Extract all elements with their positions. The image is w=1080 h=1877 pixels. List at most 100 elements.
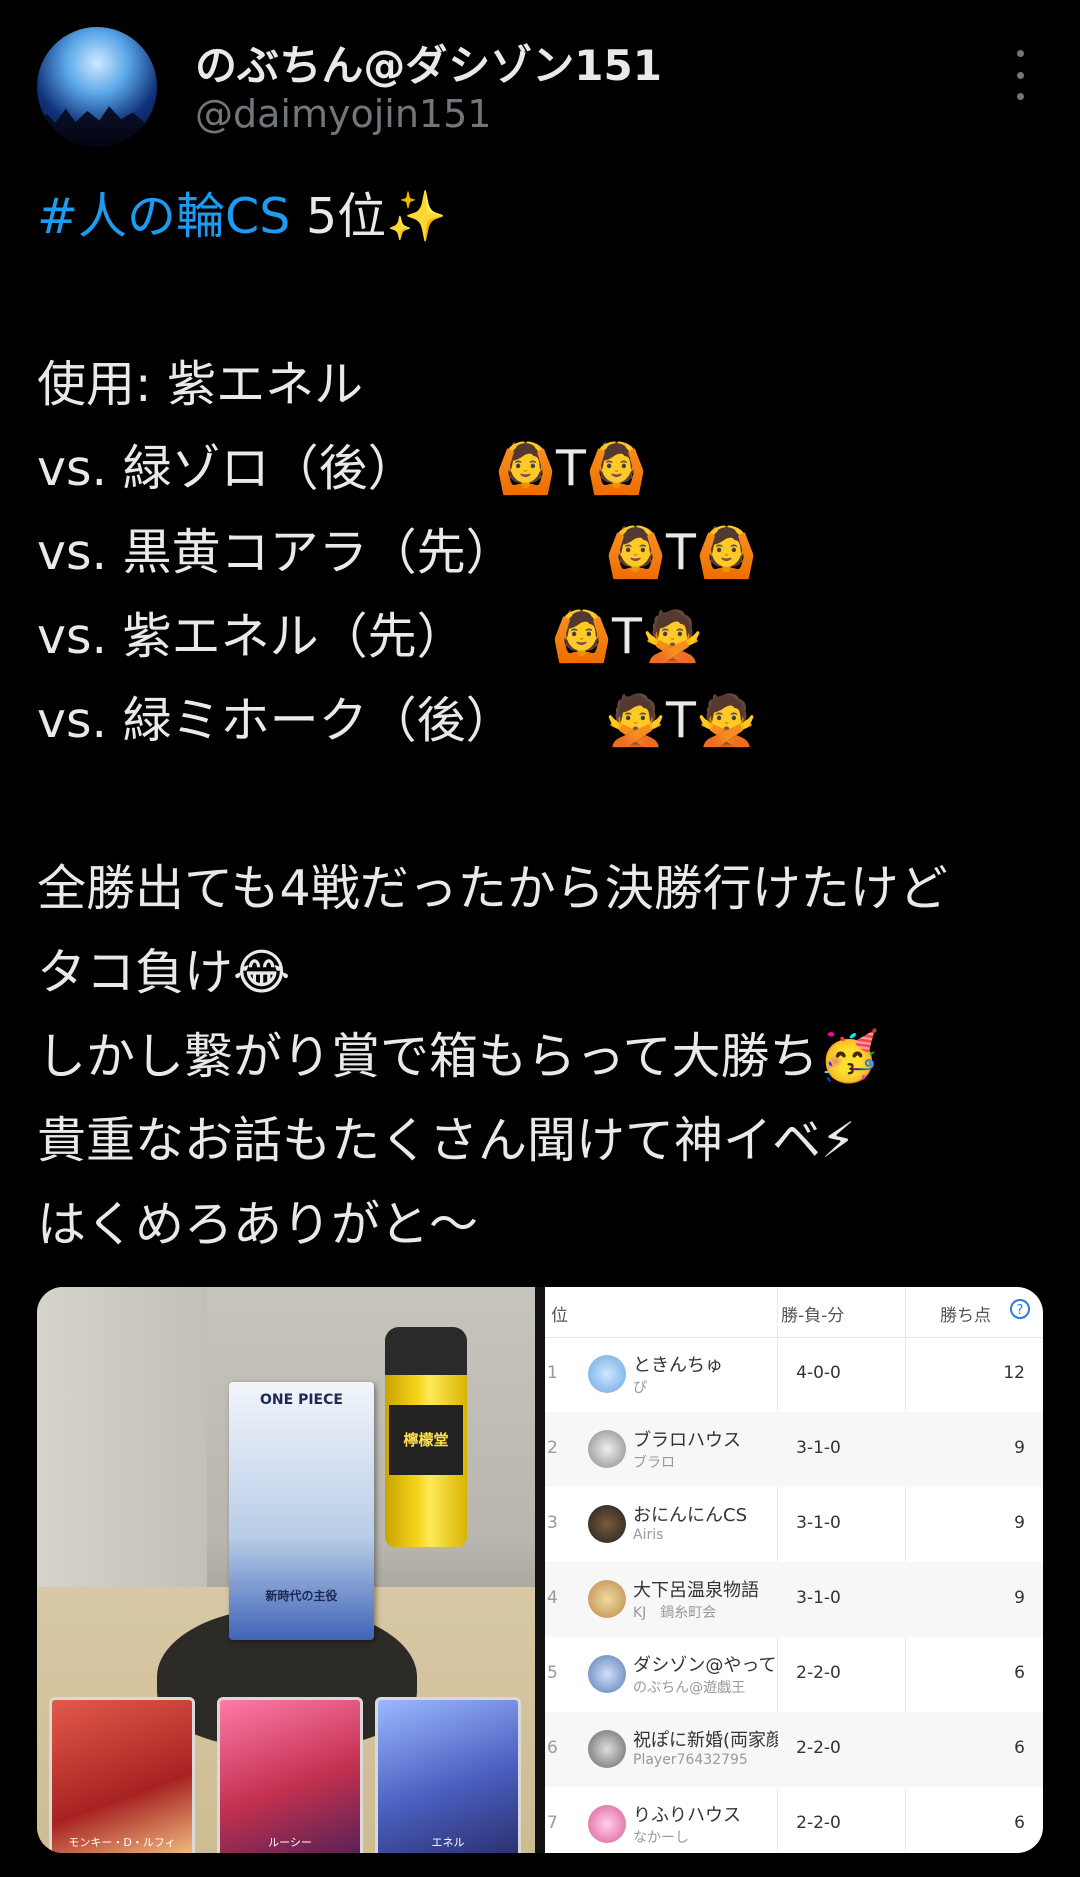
standings-row: 1 ときんちゅ ぴ 4-0-0 12: [545, 1337, 1043, 1412]
player-sub: ブラロ: [633, 1455, 675, 1471]
row-wld: 2-2-0: [796, 1738, 841, 1758]
row-rank: 3: [547, 1513, 558, 1533]
standings-row: 6 祝ぽに新婚(両家顔 Player76432795 2-2-0 6: [545, 1712, 1043, 1787]
row-points: 6: [1014, 1813, 1025, 1833]
player-sub: KJ 鍋糸町会: [633, 1605, 717, 1621]
match-line: vs. 黒黄コアラ（先） 🙆T🙆: [37, 511, 1047, 595]
can-label: 檸檬堂: [389, 1405, 463, 1475]
headline-rank: 5位✨: [290, 188, 448, 245]
match-result: 🙆T🙆: [605, 524, 757, 581]
row-wld: 4-0-0: [796, 1363, 841, 1383]
row-rank: 7: [547, 1813, 558, 1833]
photo-partition: [37, 1287, 207, 1627]
tweet-line: 全勝出ても4戦だったから決勝行けたけど: [37, 860, 948, 917]
drink-can: 檸檬堂: [385, 1327, 467, 1547]
can-top: [385, 1327, 467, 1375]
player-sub: ぴ: [633, 1380, 647, 1396]
more-dot: [1016, 93, 1024, 100]
player-name: 大下呂温泉物語: [633, 1580, 759, 1601]
player-sub: Player76432795: [633, 1752, 748, 1768]
match-line: vs. 緑ミホーク（後） 🙅T🙅: [37, 679, 1047, 763]
player-name: ダシゾン@やって: [633, 1655, 777, 1676]
player-sub: Airis: [633, 1527, 664, 1543]
row-rank: 1: [547, 1363, 558, 1383]
leader-card: エネル: [375, 1697, 521, 1853]
match-line: vs. 紫エネル（先） 🙆T🙅: [37, 595, 1047, 679]
row-wld: 2-2-0: [796, 1663, 841, 1683]
match-opponent: vs. 緑ゾロ（後）: [37, 440, 417, 497]
booster-box: ONE PIECE 新時代の主役: [229, 1382, 374, 1640]
player-name: りふりハウス: [633, 1805, 741, 1826]
more-dot: [1016, 50, 1024, 57]
player-avatar: [588, 1430, 626, 1468]
player-avatar: [588, 1730, 626, 1768]
tweet-media: ONE PIECE 新時代の主役 檸檬堂 モンキー・D・ルフィ ルーシー エネル…: [37, 1287, 1043, 1853]
standings-row: 4 大下呂温泉物語 KJ 鍋糸町会 3-1-0 9: [545, 1562, 1043, 1637]
player-name: ブラロハウス: [633, 1430, 741, 1451]
standings-screenshot[interactable]: 位 勝-負-分 勝ち点 ? 1 ときんちゅ ぴ 4-0-0 12 2 ブラロハウ…: [545, 1287, 1043, 1853]
tweet-headline: #人の輪CS 5位✨: [37, 175, 1047, 259]
header-rank: 位: [551, 1306, 568, 1326]
row-rank: 5: [547, 1663, 558, 1683]
player-name: おにんにんCS: [633, 1505, 747, 1526]
row-points: 6: [1014, 1738, 1025, 1758]
card-name: エネル: [431, 1836, 465, 1849]
row-wld: 3-1-0: [796, 1588, 841, 1608]
row-wld: 3-1-0: [796, 1513, 841, 1533]
row-rank: 6: [547, 1738, 558, 1758]
author-avatar[interactable]: [37, 27, 157, 147]
match-opponent: vs. 緑ミホーク（後）: [37, 692, 515, 749]
booster-label: 新時代の主役: [265, 1589, 338, 1603]
header-points: 勝ち点: [940, 1306, 991, 1326]
row-rank: 2: [547, 1438, 558, 1458]
player-avatar: [588, 1580, 626, 1618]
tweet-line: タコ負け😂: [37, 944, 291, 1001]
match-line: vs. 緑ゾロ（後） 🙆T🙆: [37, 427, 1047, 511]
card-name: モンキー・D・ルフィ: [68, 1836, 176, 1849]
avatar-crowd-silhouette: [37, 106, 157, 147]
row-points: 9: [1014, 1513, 1025, 1533]
standings-row: 3 おにんにんCS Airis 3-1-0 9: [545, 1487, 1043, 1562]
player-avatar: [588, 1355, 626, 1393]
prize-photo[interactable]: ONE PIECE 新時代の主役 檸檬堂 モンキー・D・ルフィ ルーシー エネル: [37, 1287, 535, 1853]
row-wld: 2-2-0: [796, 1813, 841, 1833]
author-handle[interactable]: @daimyojin151: [195, 92, 491, 136]
standings-row: 5 ダシゾン@やって のぶちん@遊戯王 2-2-0 6: [545, 1637, 1043, 1712]
match-opponent: vs. 黒黄コアラ（先）: [37, 524, 515, 581]
player-name: ときんちゅ: [633, 1355, 723, 1376]
more-options-icon[interactable]: [1000, 50, 1040, 100]
help-icon[interactable]: ?: [1010, 1299, 1030, 1319]
card-name: ルーシー: [268, 1836, 312, 1849]
standings-row: 2 ブラロハウス ブラロ 3-1-0 9: [545, 1412, 1043, 1487]
tweet-line: 貴重なお話もたくさん聞けて神イベ⚡: [37, 1112, 856, 1169]
player-sub: のぶちん@遊戯王: [633, 1680, 746, 1696]
row-points: 9: [1014, 1588, 1025, 1608]
leader-card: ルーシー: [217, 1697, 363, 1853]
player-name: 祝ぽに新婚(両家顔: [633, 1730, 778, 1751]
row-points: 6: [1014, 1663, 1025, 1683]
match-result: 🙆T🙆: [495, 440, 647, 497]
row-wld: 3-1-0: [796, 1438, 841, 1458]
tweet-line: しかし繋がり賞で箱もらって大勝ち🥳: [37, 1028, 880, 1085]
player-avatar: [588, 1805, 626, 1843]
author-display-name[interactable]: のぶちん@ダシゾン151: [195, 32, 662, 93]
standings-header: 位 勝-負-分 勝ち点 ?: [545, 1287, 1043, 1338]
player-sub: なかーし: [633, 1830, 689, 1846]
player-avatar: [588, 1655, 626, 1693]
hashtag-link[interactable]: #人の輪CS: [37, 188, 290, 245]
row-points: 9: [1014, 1438, 1025, 1458]
header-wld: 勝-負-分: [781, 1306, 845, 1326]
tweet-text: #人の輪CS 5位✨ 使用: 紫エネル vs. 緑ゾロ（後） 🙆T🙆 vs. 黒…: [37, 175, 1047, 1267]
player-avatar: [588, 1505, 626, 1543]
leader-card: モンキー・D・ルフィ: [49, 1697, 195, 1853]
tweet-line: はくめろありがと〜: [37, 1196, 479, 1253]
row-rank: 4: [547, 1588, 558, 1608]
standings-row: 7 りふりハウス なかーし 2-2-0 6: [545, 1787, 1043, 1853]
match-opponent: vs. 紫エネル（先）: [37, 608, 466, 665]
more-dot: [1016, 71, 1024, 79]
row-points: 12: [1003, 1363, 1025, 1383]
match-result: 🙆T🙅: [551, 608, 703, 665]
booster-title: ONE PIECE: [260, 1392, 343, 1408]
